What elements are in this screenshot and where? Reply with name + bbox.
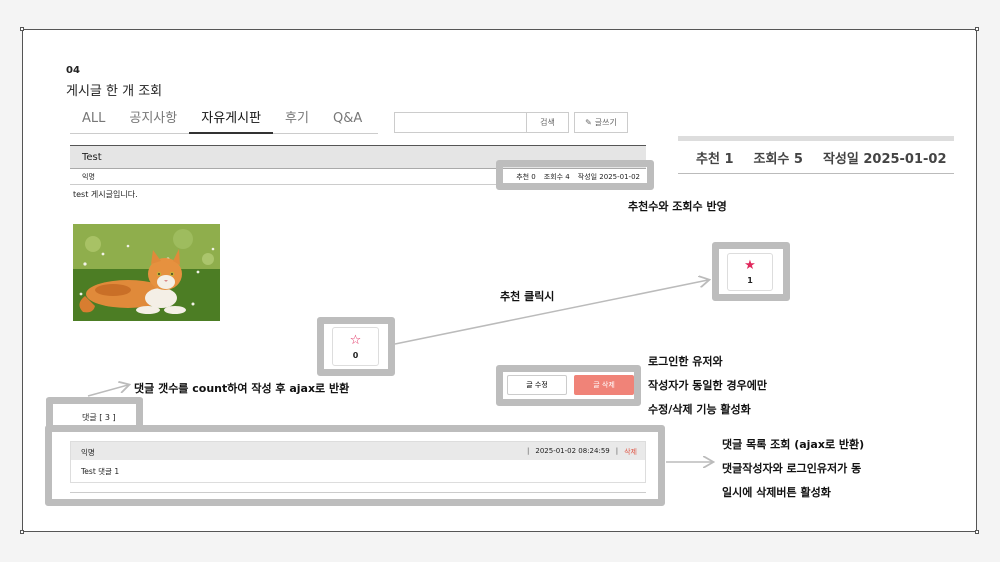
arrow-recommend [394, 280, 708, 345]
annotation-arrows [87, 0, 1000, 562]
arrow-comment-count [87, 385, 128, 397]
